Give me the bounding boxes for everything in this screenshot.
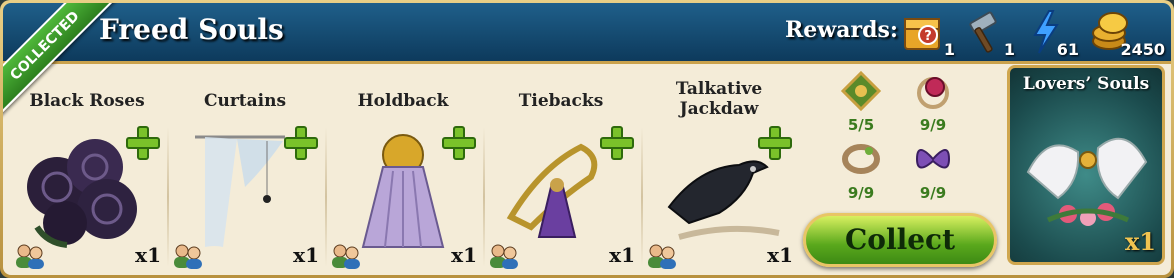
add-item-icon[interactable]: [757, 125, 793, 161]
amulet-icon: [840, 70, 882, 112]
svg-text:?: ?: [924, 29, 932, 44]
final-reward-card: Lovers’ Souls x1: [1007, 65, 1165, 265]
charm-butterfly: 9/9: [903, 137, 963, 201]
reward-chest: ? 1: [901, 9, 955, 59]
add-item-icon[interactable]: [441, 125, 477, 161]
item-holdback[interactable]: Holdback x1: [325, 69, 481, 273]
item-curtains[interactable]: Curtains x1: [167, 69, 323, 273]
item-quantity: x1: [609, 243, 635, 267]
hammer-icon: [969, 11, 997, 53]
charm-ring: 9/9: [903, 69, 963, 133]
item-quantity: x1: [135, 243, 161, 267]
final-item-quantity: x1: [1124, 227, 1156, 256]
collection-items: Black Roses x1 Curtains x1 Holdback x1 T…: [9, 69, 799, 273]
charm-band: 9/9: [831, 137, 891, 201]
panel-body: Freed Souls Rewards: ? 1 1 61 2450 COLLE…: [3, 3, 1171, 275]
rewards-label: Rewards:: [785, 17, 898, 43]
item-quantity: x1: [293, 243, 319, 267]
add-item-icon[interactable]: [599, 125, 635, 161]
item-name: Tiebacks: [518, 91, 604, 111]
item-name: Curtains: [203, 91, 287, 111]
item-tiebacks[interactable]: Tiebacks x1: [483, 69, 639, 273]
charm-count: 5/5: [847, 116, 875, 134]
item-name: Holdback: [357, 91, 449, 111]
reward-chest-count: 1: [943, 40, 955, 59]
ask-friends-icon[interactable]: [329, 243, 363, 269]
charm-amulet: 5/5: [831, 69, 891, 133]
reward-hammer-count: 1: [1003, 40, 1015, 59]
reward-coins-count: 2450: [1120, 40, 1165, 59]
collection-progress: 5/5 9/9 9/9 9/9: [831, 69, 991, 209]
add-item-icon[interactable]: [125, 125, 161, 161]
band-ring-icon: [842, 144, 880, 174]
item-quantity: x1: [451, 243, 477, 267]
panel-title: Freed Souls: [99, 13, 284, 46]
header-bar: Freed Souls Rewards: ? 1 1 61 2450: [3, 3, 1171, 64]
item-talkative-jackdaw[interactable]: Talkative Jackdaw x1: [641, 69, 797, 273]
ask-friends-icon[interactable]: [487, 243, 521, 269]
collect-button[interactable]: Collect: [803, 213, 997, 267]
item-black-roses[interactable]: Black Roses x1: [9, 69, 165, 273]
add-item-icon[interactable]: [283, 125, 319, 161]
charm-count: 9/9: [919, 184, 947, 202]
reward-energy-count: 61: [1056, 40, 1079, 59]
charm-count: 9/9: [919, 116, 947, 134]
ruby-ring-icon: [917, 77, 949, 109]
item-name: Black Roses: [29, 91, 145, 111]
item-name: Talkative Jackdaw: [675, 79, 763, 119]
reward-coins: 2450: [1089, 9, 1165, 59]
doves-icon: [1026, 137, 1148, 226]
charm-count: 9/9: [847, 184, 875, 202]
butterfly-brooch-icon: [915, 149, 951, 169]
ask-friends-icon[interactable]: [171, 243, 205, 269]
final-item-name: Lovers’ Souls: [1022, 74, 1150, 94]
reward-energy: 61: [1031, 9, 1079, 59]
reward-hammer: 1: [965, 9, 1015, 59]
ask-friends-icon[interactable]: [645, 243, 679, 269]
item-quantity: x1: [767, 243, 793, 267]
mystery-chest-icon: ?: [904, 18, 940, 50]
collection-panel: Freed Souls Rewards: ? 1 1 61 2450 COLLE…: [0, 0, 1174, 278]
ask-friends-icon[interactable]: [13, 243, 47, 269]
